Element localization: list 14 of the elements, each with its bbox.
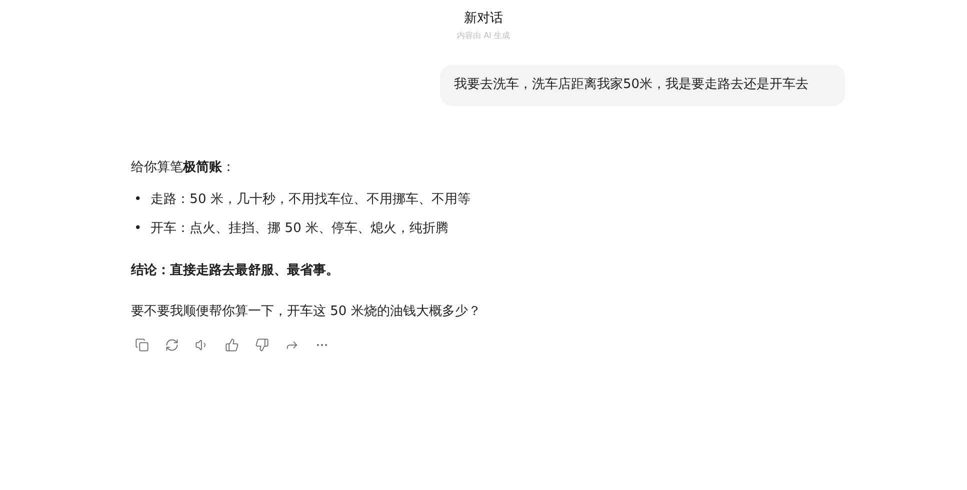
- refresh-icon[interactable]: [165, 338, 179, 352]
- user-message: 我要去洗车，洗车店距离我家50米，我是要走路去还是开车去: [440, 65, 845, 106]
- follow-up-question: 要不要我顺便帮你算一下，开车这 50 米烧的油钱大概多少？: [131, 303, 482, 321]
- thumbs-down-icon[interactable]: [255, 338, 269, 352]
- bullet-marker: •: [134, 220, 142, 238]
- chat-title: 新对话: [464, 10, 503, 27]
- thumbs-up-icon[interactable]: [225, 338, 239, 352]
- conclusion-text: 结论：直接走路去最舒服、最省事。: [131, 262, 340, 280]
- reply-intro: 给你算笔极简账：: [131, 159, 236, 177]
- ai-disclaimer: 内容由 AI 生成: [457, 30, 510, 41]
- copy-icon[interactable]: [135, 338, 149, 352]
- bullet-item: 走路：50 米，几十秒，不用找车位、不用挪车、不用等: [150, 191, 470, 209]
- bullet-marker: •: [134, 191, 142, 209]
- bullet-item: 开车：点火、挂挡、挪 50 米、停车、熄火，纯折腾: [150, 220, 448, 238]
